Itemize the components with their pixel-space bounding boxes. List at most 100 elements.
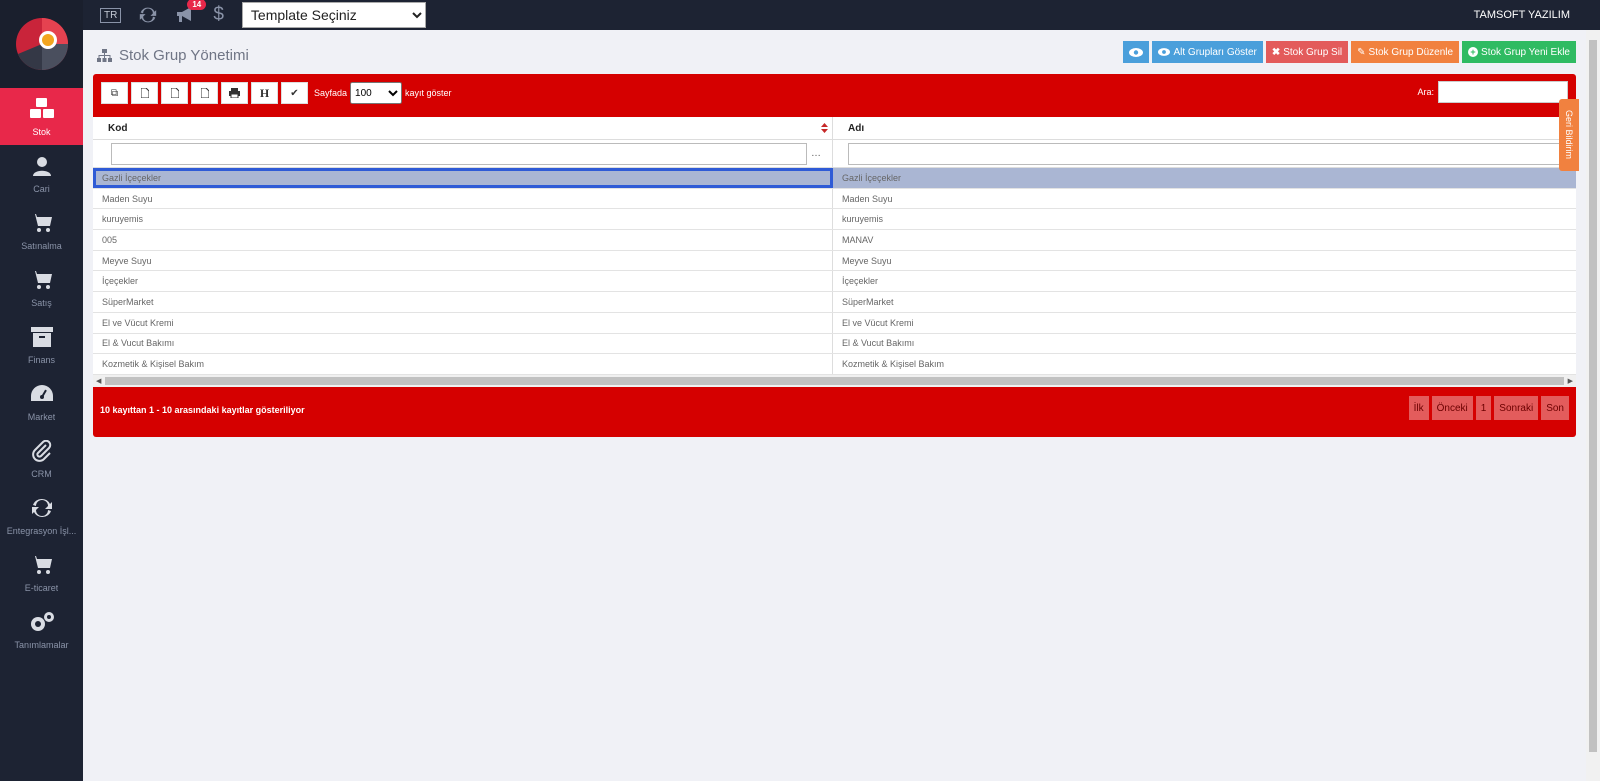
sidebar-item-label: Satınalma <box>21 240 62 251</box>
cell-kod: Maden Suyu <box>93 188 833 209</box>
sidebar-item-entegrasyon[interactable]: Entegrasyon İşl... <box>0 487 83 544</box>
app-logo[interactable] <box>0 0 83 88</box>
logo-icon <box>15 18 68 70</box>
sidebar-item-satis[interactable]: Satış <box>0 259 83 316</box>
filter-cell-kod: … <box>93 140 833 167</box>
cell-kod: Meyve Suyu <box>93 250 833 271</box>
copy-icon: ⧉ <box>110 87 119 99</box>
sidebar-item-eticaret[interactable]: E-ticaret <box>0 544 83 601</box>
page-title-text: Stok Grup Yönetimi <box>119 47 249 64</box>
cell-kod: 005 <box>93 230 833 250</box>
export-excel-button[interactable] <box>161 82 188 104</box>
edit-group-button[interactable]: ✎ Stok Grup Düzenle <box>1351 41 1460 63</box>
filter-input-adi[interactable] <box>848 142 1568 165</box>
table-header: Kod Adı <box>93 117 1576 140</box>
table-row[interactable]: Gazli İçeçekler Gazli İçeçekler <box>93 168 1576 189</box>
sort-icon <box>821 123 828 133</box>
print-button[interactable] <box>221 82 248 104</box>
eye-icon <box>1158 48 1171 56</box>
column-header-kod[interactable]: Kod <box>93 117 833 139</box>
sidebar-item-tanimlamalar[interactable]: Tanımlamalar <box>0 601 83 658</box>
table-row[interactable]: kuruyemis kuruyemis <box>93 209 1576 231</box>
sidebar-item-satinalma[interactable]: Satınalma <box>0 202 83 259</box>
template-select[interactable]: Template Seçiniz <box>241 2 426 28</box>
search-input[interactable] <box>1438 81 1568 103</box>
sidebar-item-finans[interactable]: Finans <box>0 316 83 373</box>
cell-kod: El & Vucut Bakımı <box>93 333 833 354</box>
page-length-label: Sayfada <box>314 88 348 98</box>
show-sub-groups-button[interactable]: Alt Grupları Göster <box>1152 41 1263 63</box>
scrollbar-thumb[interactable] <box>1589 40 1597 752</box>
horizontal-scrollbar[interactable]: ◀ ▶ <box>93 374 1576 387</box>
feedback-tab[interactable]: Geri Bildirim <box>1559 99 1579 171</box>
check-button[interactable]: ✔ <box>281 82 308 104</box>
sidebar-item-crm[interactable]: CRM <box>0 430 83 487</box>
file-icon <box>200 88 209 98</box>
sidebar: Stok Cari Satınalma Satış Finans Market <box>0 0 83 781</box>
table-row[interactable]: El & Vucut Bakımı El & Vucut Bakımı <box>93 333 1576 355</box>
cell-adi: Maden Suyu <box>842 193 893 204</box>
data-table: Kod Adı … Gazli İçeçekler Gazli İçeçekle… <box>93 117 1576 387</box>
sidebar-item-label: CRM <box>31 468 52 479</box>
last-page-button[interactable]: Son <box>1541 396 1569 420</box>
gears-icon <box>29 610 55 634</box>
cell-adi: Meyve Suyu <box>842 255 892 266</box>
filter-cell-adi <box>833 140 1576 167</box>
cell-kod: SüperMarket <box>93 292 833 312</box>
dashboard-icon <box>29 382 55 406</box>
sidebar-item-label: Market <box>27 411 56 422</box>
scroll-left-icon[interactable]: ◀ <box>96 377 101 385</box>
language-button[interactable]: TR <box>100 7 122 23</box>
previous-page-button[interactable]: Önceki <box>1431 396 1473 420</box>
filter-input-kod[interactable] <box>111 142 807 165</box>
table-row[interactable]: 005 MANAV <box>93 230 1576 251</box>
pagination: İlk Önceki 1 Sonraki Son <box>1408 396 1569 420</box>
eye-icon <box>1129 47 1144 57</box>
page-length-select[interactable]: 100 <box>350 82 403 104</box>
refresh-icon[interactable] <box>139 6 157 24</box>
edit-icon: ✎ <box>1357 46 1366 58</box>
table-row[interactable]: İçeçekler İçeçekler <box>93 271 1576 293</box>
sidebar-item-label: Satış <box>31 297 52 308</box>
table-row[interactable]: El ve Vücut Kremi El ve Vücut Kremi <box>93 312 1576 334</box>
sidebar-item-market[interactable]: Market <box>0 373 83 430</box>
megaphone-icon[interactable]: 14 <box>175 0 207 24</box>
export-csv-button[interactable] <box>131 82 158 104</box>
paperclip-icon <box>29 439 55 463</box>
table-row[interactable]: SüperMarket SüperMarket <box>93 292 1576 313</box>
check-icon: ✔ <box>290 87 299 99</box>
sidebar-item-label: E-ticaret <box>24 582 59 593</box>
file-icon <box>170 88 179 98</box>
view-button[interactable] <box>1123 41 1150 63</box>
table-row[interactable]: Kozmetik & Kişisel Bakım Kozmetik & Kişi… <box>93 354 1576 375</box>
sidebar-item-label: Entegrasyon İşl... <box>6 525 77 536</box>
cell-adi: Kozmetik & Kişisel Bakım <box>842 359 945 370</box>
delete-group-button[interactable]: ✖ Stok Grup Sil <box>1265 41 1349 63</box>
copy-button[interactable]: ⧉ <box>101 82 128 104</box>
cell-kod: Gazli İçeçekler <box>93 168 833 188</box>
next-page-button[interactable]: Sonraki <box>1494 396 1539 420</box>
scrollbar-thumb[interactable] <box>105 376 1564 385</box>
sidebar-item-stok[interactable]: Stok <box>0 88 83 145</box>
first-page-button[interactable]: İlk <box>1408 396 1429 420</box>
cell-adi: kuruyemis <box>842 214 884 225</box>
stock-group-panel: ⧉ H ✔ Sayfada 100 kayıt göster Ara: Kod <box>93 74 1576 437</box>
sidebar-item-cari[interactable]: Cari <box>0 145 83 202</box>
dollar-icon[interactable]: $ <box>213 4 224 26</box>
table-row[interactable]: Meyve Suyu Meyve Suyu <box>93 250 1576 272</box>
table-info: 10 kayıttan 1 - 10 arasındaki kayıtlar g… <box>100 405 305 415</box>
cell-adi: El ve Vücut Kremi <box>842 317 914 328</box>
export-pdf-button[interactable] <box>191 82 218 104</box>
add-group-button[interactable]: + Stok Grup Yeni Ekle <box>1462 41 1576 63</box>
scroll-right-icon[interactable]: ▶ <box>1568 377 1573 385</box>
column-header-adi[interactable]: Adı <box>833 117 1576 139</box>
cell-kod: Kozmetik & Kişisel Bakım <box>93 354 833 374</box>
page-1-button[interactable]: 1 <box>1475 396 1492 420</box>
vertical-scrollbar[interactable] <box>1586 30 1600 781</box>
table-toolbar: ⧉ H ✔ Sayfada 100 kayıt göster <box>101 82 455 104</box>
h-button[interactable]: H <box>251 82 278 104</box>
filter-options-button[interactable]: … <box>811 148 821 159</box>
cell-adi: Gazli İçeçekler <box>842 172 902 183</box>
table-row[interactable]: Maden Suyu Maden Suyu <box>93 188 1576 210</box>
sidebar-item-label: Finans <box>27 354 55 365</box>
